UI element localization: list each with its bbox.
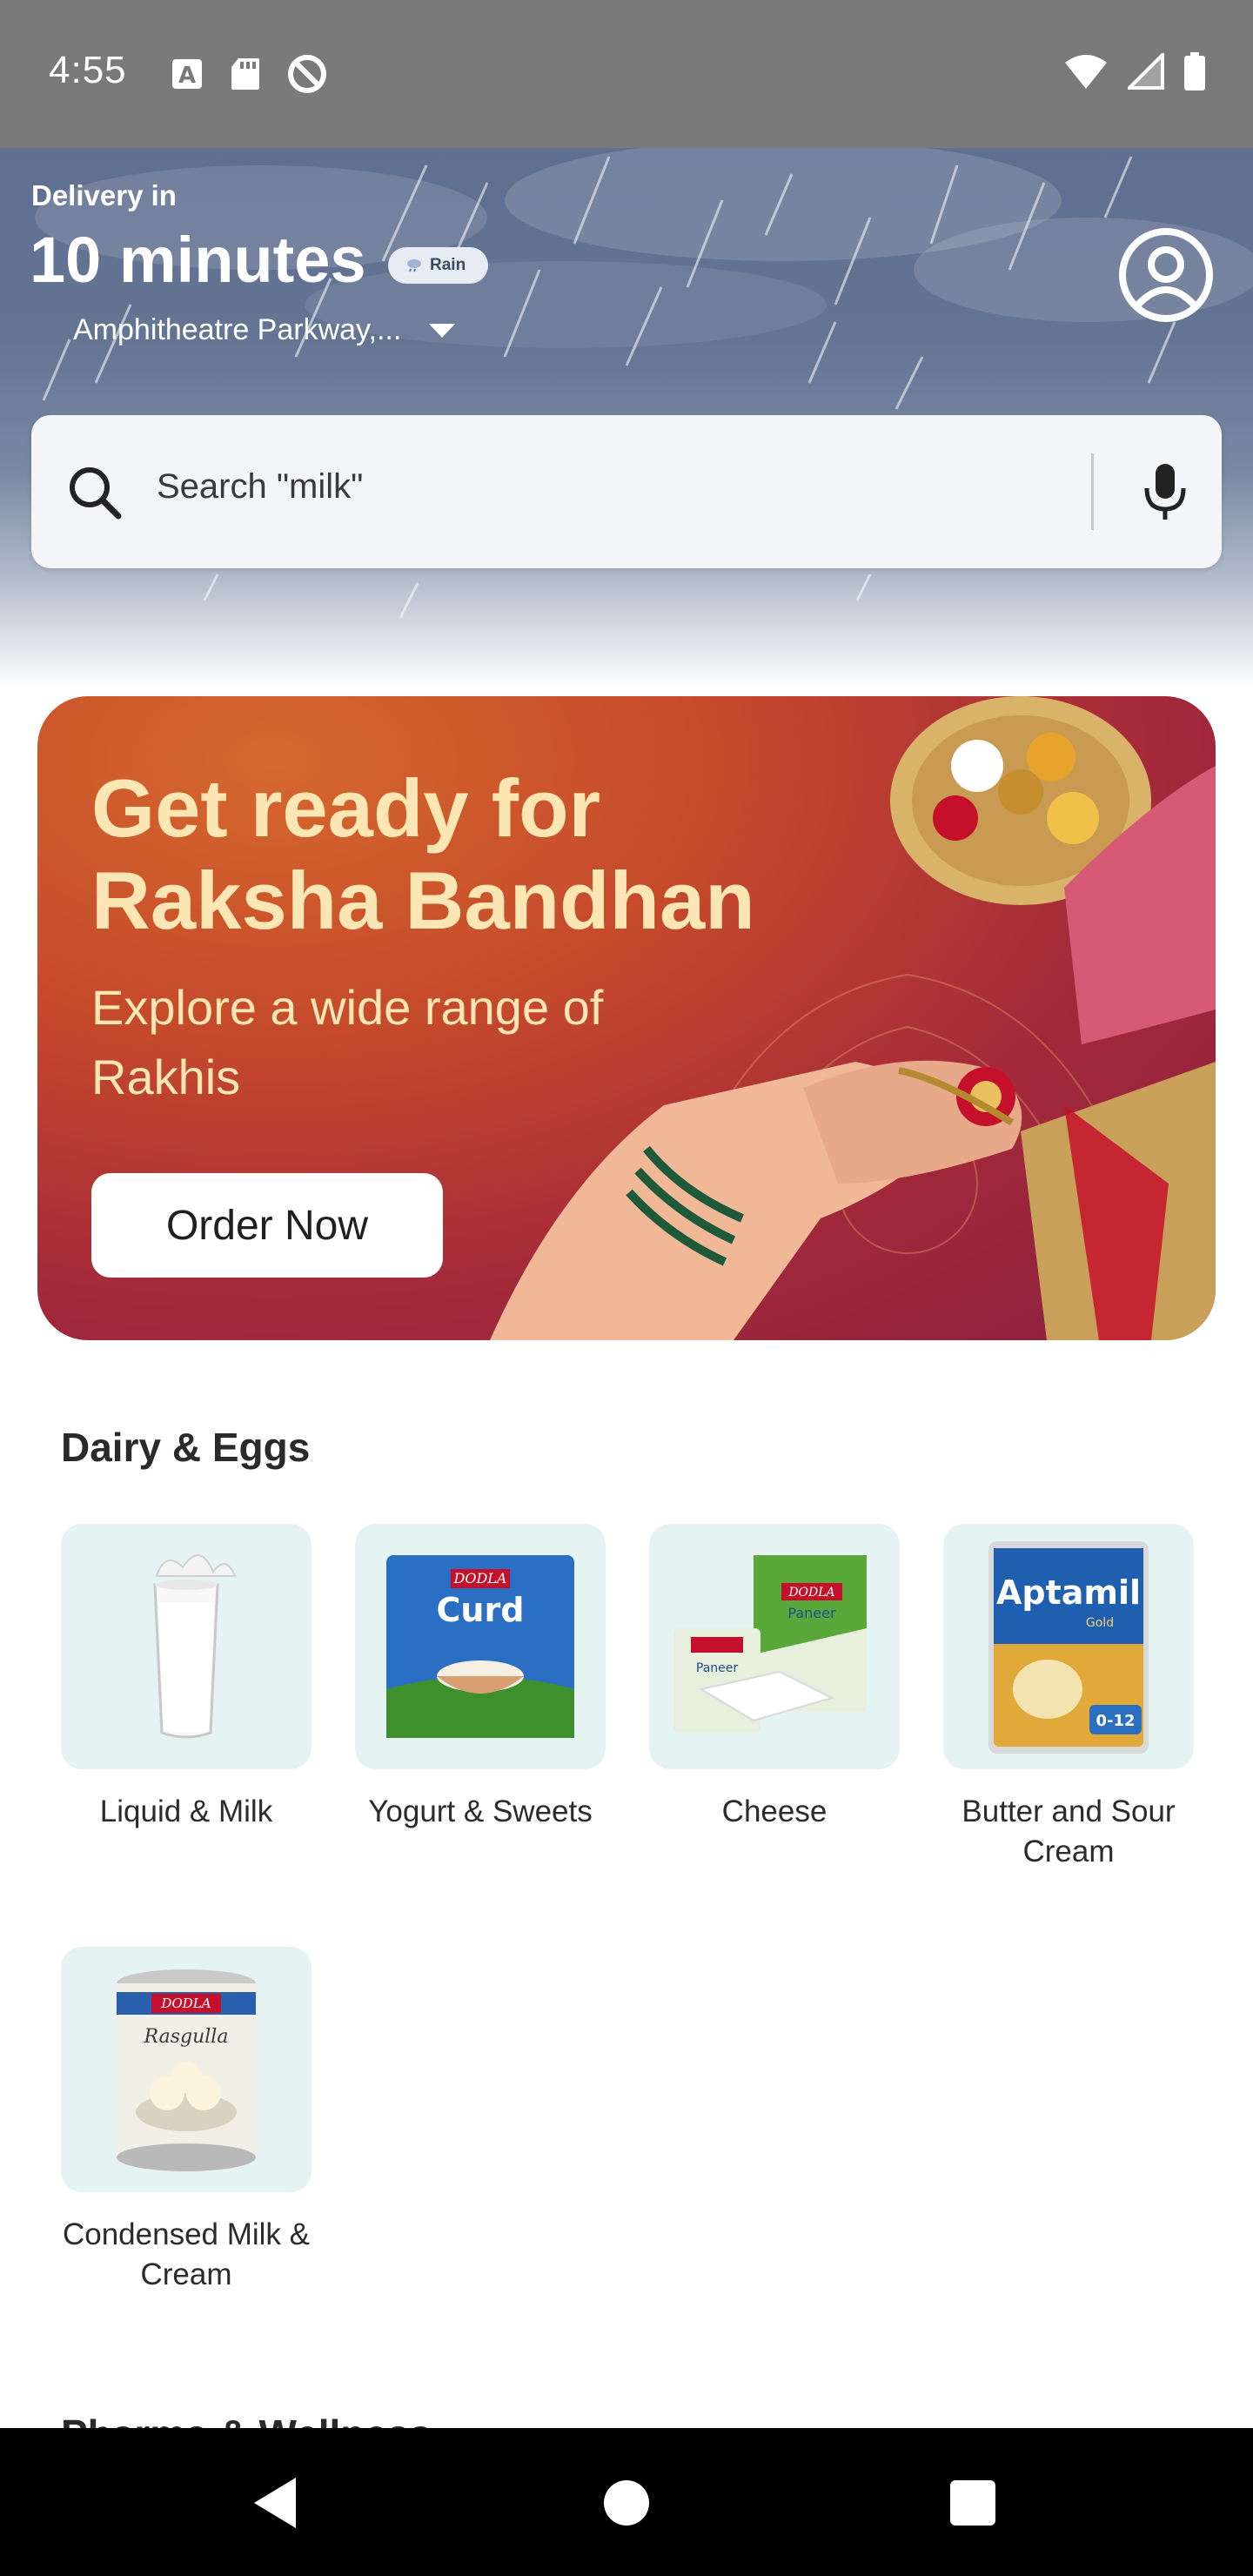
category-liquid-milk[interactable]: Liquid & Milk — [61, 1524, 312, 1832]
category-label: Liquid & Milk — [99, 1794, 273, 1828]
category-yogurt-sweets[interactable]: DODLA Curd Yogurt & Sweets — [355, 1524, 606, 1832]
category-label: Condensed Milk & Cream — [62, 2217, 311, 2291]
rain-cloud-icon — [407, 259, 421, 272]
svg-text:DODLA: DODLA — [787, 1586, 834, 1600]
category-label: Butter and Sour Cream — [962, 1794, 1176, 1868]
svg-text:0-12: 0-12 — [1096, 1712, 1135, 1730]
search-input[interactable]: Search "milk" — [157, 467, 363, 506]
back-icon[interactable] — [252, 2476, 298, 2530]
wifi-icon — [1065, 55, 1107, 89]
home-icon[interactable] — [604, 2480, 649, 2526]
category-image: DODLA Rasgulla — [61, 1947, 312, 2192]
category-image: DODLA Curd — [355, 1524, 606, 1769]
svg-text:DODLA: DODLA — [453, 1570, 507, 1587]
category-condensed-milk-cream[interactable]: DODLA Rasgulla Condensed Milk & Cream — [61, 1947, 312, 2295]
order-now-button[interactable]: Order Now — [91, 1173, 443, 1278]
weather-badge-label: Rain — [430, 256, 466, 274]
system-nav-bar — [0, 2428, 1253, 2576]
section-title-dairy: Dairy & Eggs — [61, 1425, 311, 1470]
paneer-pack-icon: DODLA Paneer Paneer — [673, 1555, 867, 1733]
status-icons-right — [1063, 52, 1206, 91]
category-label: Yogurt & Sweets — [368, 1794, 593, 1828]
category-image: DODLA Paneer Paneer — [649, 1524, 900, 1769]
address-selector[interactable]: Amphitheatre Parkway,... — [73, 313, 457, 347]
profile-icon[interactable] — [1117, 226, 1215, 324]
milk-glass-icon — [153, 1554, 237, 1739]
rasgulla-tin-icon: DODLA Rasgulla — [117, 1969, 256, 2171]
no-disturb-icon — [288, 55, 326, 93]
category-cheese[interactable]: DODLA Paneer Paneer Cheese — [649, 1524, 900, 1832]
svg-text:Rasgulla: Rasgulla — [144, 2026, 229, 2048]
weather-badge: Rain — [388, 247, 489, 284]
status-bar: 4:55 A — [0, 0, 1253, 148]
svg-text:Paneer: Paneer — [787, 1605, 836, 1621]
header: Delivery in 10 minutes Rain Amphitheatre… — [0, 148, 1253, 688]
svg-text:Gold: Gold — [1086, 1616, 1114, 1630]
category-label: Cheese — [721, 1794, 828, 1828]
recents-icon[interactable] — [950, 2480, 995, 2526]
search-bar[interactable]: Search "milk" — [31, 415, 1222, 568]
svg-text:Curd: Curd — [437, 1591, 525, 1629]
delivery-time: 10 minutes — [30, 224, 366, 296]
battery-icon — [1184, 52, 1205, 91]
svg-text:A: A — [178, 63, 196, 89]
banner-title: Get ready for Raksha Bandhan — [91, 762, 755, 946]
chevron-down-icon — [429, 323, 456, 338]
svg-text:Paneer: Paneer — [696, 1661, 738, 1675]
search-icon — [70, 467, 122, 520]
banner-subtitle: Explore a wide range of Rakhis — [91, 980, 604, 1104]
microphone-icon[interactable] — [1136, 460, 1194, 523]
search-divider — [1091, 453, 1094, 530]
keyboard-a-icon: A — [172, 59, 202, 89]
aptamil-can-icon: Aptamil Gold 0-12 — [988, 1541, 1149, 1754]
category-butter-sour-cream[interactable]: Aptamil Gold 0-12 Butter and Sour Cream — [943, 1524, 1194, 1872]
status-icons-left: A — [171, 54, 327, 94]
status-time: 4:55 — [49, 49, 127, 91]
delivery-label: Delivery in — [31, 179, 177, 211]
curd-pack-icon: DODLA Curd — [386, 1555, 574, 1738]
sd-card-icon — [231, 58, 259, 90]
promo-banner[interactable]: Get ready for Raksha Bandhan Explore a w… — [37, 696, 1216, 1340]
svg-text:DODLA: DODLA — [160, 1996, 211, 2011]
address-text: Amphitheatre Parkway,... — [73, 313, 402, 346]
category-image — [61, 1524, 312, 1769]
svg-text:Aptamil: Aptamil — [996, 1573, 1141, 1612]
signal-icon — [1128, 53, 1164, 90]
category-image: Aptamil Gold 0-12 — [943, 1524, 1194, 1769]
